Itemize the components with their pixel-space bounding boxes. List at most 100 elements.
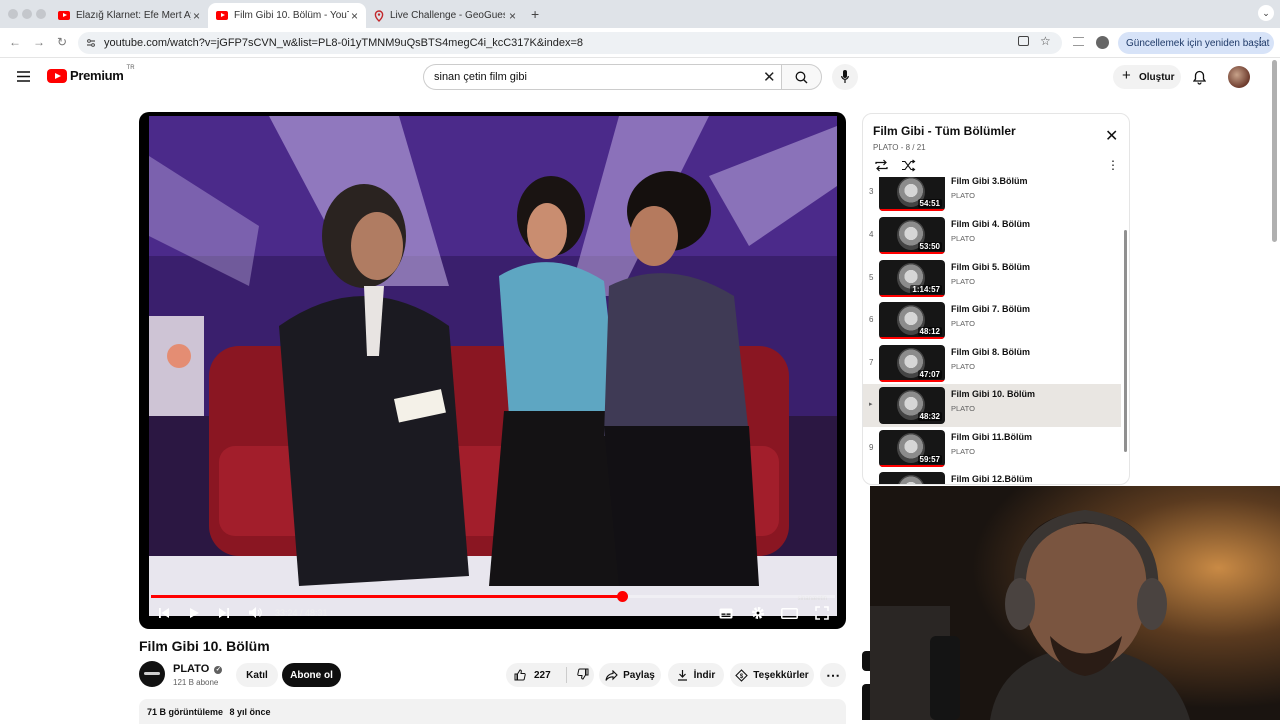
url-text: youtube.com/watch?v=jGFP7sCVN_w&list=PL8… xyxy=(104,37,584,49)
tab-search-icon[interactable]: ⌄ xyxy=(1258,5,1274,21)
description-box[interactable]: 71 B görüntüleme 8 yıl önce xyxy=(139,699,846,724)
next-icon[interactable] xyxy=(218,607,230,619)
subscriber-count: 121 B abone xyxy=(173,678,219,687)
download-button[interactable]: İndir xyxy=(668,663,724,687)
video-thumbnail: 47:07 xyxy=(879,345,945,382)
playlist-item[interactable]: 5 1:14:57 Film Gibi 5. Bölüm PLATO xyxy=(863,257,1121,300)
close-tab-icon[interactable]: × xyxy=(509,9,516,23)
browser-tab-active[interactable]: Film Gibi 10. Bölüm - YouTube × xyxy=(208,3,366,28)
volume-icon[interactable] xyxy=(248,606,262,619)
subtitles-icon[interactable] xyxy=(719,608,733,619)
previous-icon[interactable] xyxy=(158,607,170,619)
thanks-label: Teşekkürler xyxy=(753,669,809,681)
close-playlist-icon[interactable]: ✕ xyxy=(1105,126,1118,146)
window-minimize-dot[interactable] xyxy=(22,9,32,19)
youtube-play-logo-icon xyxy=(47,68,67,83)
url-field[interactable]: youtube.com/watch?v=jGFP7sCVN_w&list=PL8… xyxy=(78,32,1062,54)
playlist-item[interactable]: 7 47:07 Film Gibi 8. Bölüm PLATO xyxy=(863,342,1121,385)
video-player[interactable]: sinanæetin 33:24 / 48:31 xyxy=(139,112,846,629)
new-tab-icon[interactable]: + xyxy=(531,6,539,22)
upload-age: 8 yıl önce xyxy=(229,707,271,717)
item-channel: PLATO xyxy=(951,234,975,243)
like-button[interactable]: 227 xyxy=(514,669,551,681)
tab-label: Live Challenge - GeoGuessr xyxy=(390,10,505,21)
dislike-button[interactable] xyxy=(576,668,589,683)
channel-avatar[interactable] xyxy=(139,661,165,687)
subscribe-button[interactable]: Abone ol xyxy=(282,663,341,687)
region-code: TR xyxy=(126,64,135,71)
shuffle-icon[interactable] xyxy=(901,159,916,172)
duration-badge: 1:14:57 xyxy=(910,285,942,294)
share-label: Paylaş xyxy=(623,669,655,681)
download-icon xyxy=(677,670,687,681)
close-tab-icon[interactable]: × xyxy=(193,9,200,23)
forward-icon[interactable]: → xyxy=(33,35,45,49)
like-dislike-group: 227 xyxy=(506,663,594,687)
playlist-item-current[interactable]: ▸ 48:32 Film Gibi 10. Bölüm PLATO xyxy=(863,384,1121,427)
channel-name: PLATO xyxy=(173,663,210,675)
bookmark-star-icon[interactable]: ☆ xyxy=(1040,34,1051,48)
playlist-item[interactable]: 9 59:57 Film Gibi 11.Bölüm PLATO xyxy=(863,427,1121,470)
fullscreen-icon[interactable] xyxy=(815,606,829,620)
playlist-scrollbar[interactable] xyxy=(1124,230,1127,452)
time-display: 33:24 / 48:31 xyxy=(275,608,328,618)
search-button[interactable] xyxy=(781,64,822,90)
search-input[interactable]: sinan çetin film gibi ✕ xyxy=(423,64,782,90)
playlist-item[interactable]: 3 54:51 Film Gibi 3.Bölüm PLATO xyxy=(863,177,1121,214)
profile-avatar[interactable] xyxy=(1096,36,1109,49)
share-button[interactable]: Paylaş xyxy=(599,663,661,687)
theater-mode-icon[interactable] xyxy=(781,608,798,619)
playlist-item[interactable]: 10 Film Gibi 12.Bölüm xyxy=(863,469,1121,484)
back-icon[interactable]: ← xyxy=(9,35,21,49)
like-count: 227 xyxy=(534,669,551,681)
reload-icon[interactable]: ↻ xyxy=(57,35,67,49)
progress-played xyxy=(151,595,622,598)
thumbs-down-icon xyxy=(576,668,589,680)
playlist-item[interactable]: 4 53:50 Film Gibi 4. Bölüm PLATO xyxy=(863,214,1121,257)
voice-search-button[interactable] xyxy=(832,64,858,90)
play-icon[interactable] xyxy=(189,607,200,619)
notifications-bell-icon[interactable] xyxy=(1193,70,1206,85)
browser-tab[interactable]: Live Challenge - GeoGuessr × xyxy=(366,3,524,28)
progress-scrubber-handle[interactable] xyxy=(616,591,628,602)
page-scrollbar[interactable] xyxy=(1272,60,1277,242)
channel-name-link[interactable]: PLATO ✓ xyxy=(173,663,223,675)
join-button[interactable]: Katıl xyxy=(236,663,278,687)
more-vertical-icon[interactable]: ⋮ xyxy=(1255,35,1266,48)
more-actions-button[interactable]: ⋯ xyxy=(820,663,846,687)
item-channel: PLATO xyxy=(951,362,975,371)
playlist-more-icon[interactable]: ⋮ xyxy=(1107,158,1119,172)
cast-icon[interactable] xyxy=(1018,36,1029,46)
playlist-item[interactable]: 6 48:12 Film Gibi 7. Bölüm PLATO xyxy=(863,299,1121,342)
logo-text: Premium xyxy=(70,68,124,83)
relaunch-update-button[interactable]: Güncellemek için yeniden başlat ⋮ xyxy=(1118,32,1274,54)
video-thumbnail: 54:51 xyxy=(879,177,945,211)
video-thumbnail: 53:50 xyxy=(879,217,945,254)
site-settings-icon[interactable] xyxy=(86,38,96,48)
settings-gear-icon[interactable] xyxy=(751,606,765,620)
search-icon xyxy=(795,71,808,84)
map-pin-icon xyxy=(374,9,384,22)
item-index: 3 xyxy=(869,187,874,196)
account-avatar[interactable] xyxy=(1228,66,1250,88)
thanks-button[interactable]: $ Teşekkürler xyxy=(730,663,814,687)
now-playing-indicator: ▸ xyxy=(869,401,873,408)
join-label: Katıl xyxy=(246,669,268,681)
playlist-title[interactable]: Film Gibi - Tüm Bölümler xyxy=(873,124,1016,138)
progress-bar[interactable] xyxy=(151,591,835,602)
clear-search-icon[interactable]: ✕ xyxy=(763,68,776,86)
item-channel: PLATO xyxy=(951,277,975,286)
microphone-icon xyxy=(841,70,849,83)
close-tab-icon[interactable]: × xyxy=(351,9,358,23)
create-button[interactable]: + Oluştur xyxy=(1113,65,1181,89)
window-zoom-dot[interactable] xyxy=(36,9,46,19)
extensions-icon[interactable] xyxy=(1073,37,1084,46)
browser-tab[interactable]: Elazığ Klarnet: Efe Mert Aydın × xyxy=(50,3,208,28)
item-index: 5 xyxy=(869,273,874,282)
menu-icon[interactable] xyxy=(17,71,30,82)
youtube-logo[interactable]: Premium TR xyxy=(47,64,135,83)
item-title: Film Gibi 8. Bölüm xyxy=(951,347,1031,357)
playlist-items: 3 54:51 Film Gibi 3.Bölüm PLATO 4 53:50 … xyxy=(863,177,1129,484)
loop-icon[interactable] xyxy=(874,159,889,172)
window-close-dot[interactable] xyxy=(8,9,18,19)
